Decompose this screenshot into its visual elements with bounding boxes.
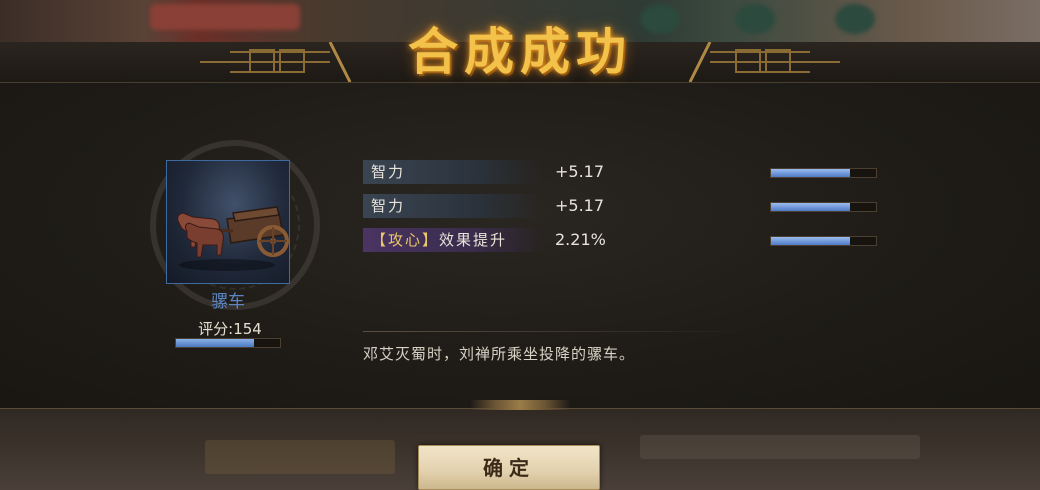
item-score-bar [175, 338, 281, 348]
item-icon-frame[interactable] [166, 160, 290, 284]
item-score: 评分:154 [198, 320, 262, 338]
panel-bottom-ornament [470, 400, 570, 410]
attribute-label: 智力 [363, 194, 543, 218]
attribute-label-text: 智力 [371, 197, 406, 215]
attribute-bar-fill [771, 203, 850, 211]
attribute-label: 智力 [363, 160, 543, 184]
attribute-bar [770, 168, 877, 178]
attribute-bar-fill [771, 237, 850, 245]
attribute-row-special: 【攻心】效果提升 2.21% [363, 228, 879, 252]
attribute-bracket-tag: 【攻心】 [371, 231, 440, 249]
title-wrap: 合成成功 [330, 0, 710, 86]
attribute-bar [770, 202, 877, 212]
attribute-bar [770, 236, 877, 246]
attribute-row: 智力 +5.17 [363, 160, 879, 184]
attribute-value: +5.17 [555, 196, 605, 215]
confirm-button[interactable]: 确定 [418, 445, 600, 490]
item-score-bar-fill [176, 339, 254, 347]
dialog-title: 合成成功 [408, 22, 632, 81]
attribute-label-text: 效果提升 [439, 231, 508, 249]
attribute-value: +5.17 [555, 162, 605, 181]
item-description: 邓艾灭蜀时，刘禅所乘坐投降的骡车。 [363, 345, 636, 363]
attribute-row: 智力 +5.17 [363, 194, 879, 218]
attribute-label-text: 智力 [371, 163, 406, 181]
attribute-label-special: 【攻心】效果提升 [363, 228, 543, 252]
item-name: 骡车 [211, 292, 245, 312]
attribute-value: 2.21% [555, 230, 606, 249]
attribute-bar-fill [771, 169, 850, 177]
description-divider [363, 331, 753, 332]
mule-cart-icon [177, 206, 289, 271]
